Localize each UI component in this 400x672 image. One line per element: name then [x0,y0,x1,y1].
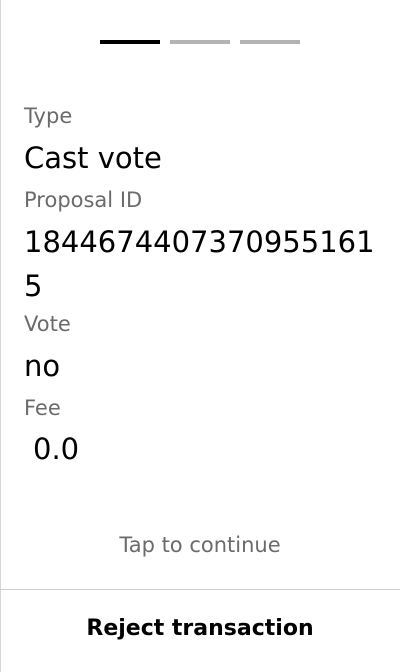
left-border [0,0,1,672]
proposal-id-value: 18446744073709551615 [24,225,375,303]
reject-transaction-button[interactable]: Reject transaction [0,618,400,640]
step-progress-indicator [100,40,300,44]
footer-divider [0,589,400,590]
progress-step-3 [240,40,300,44]
progress-step-1-active [100,40,160,44]
progress-step-2 [170,40,230,44]
type-label: Type [24,104,73,128]
fee-label: Fee [24,396,61,420]
fee-value: 0.0 [33,432,80,466]
tap-to-continue-hint[interactable]: Tap to continue [0,535,400,556]
vote-label: Vote [24,312,71,336]
vote-value: no [24,349,61,383]
proposal-id-label: Proposal ID [24,188,143,212]
type-value: Cast vote [24,141,162,175]
